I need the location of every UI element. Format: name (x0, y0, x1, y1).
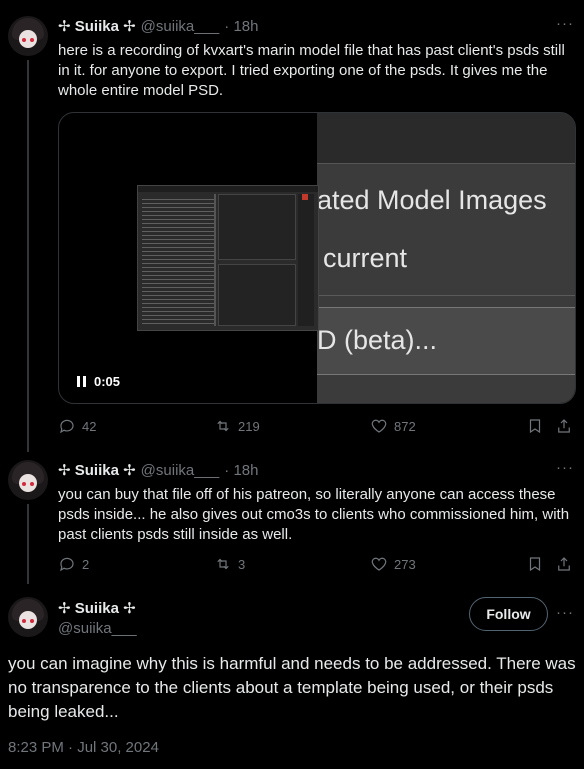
bookmark-icon (529, 557, 541, 572)
repost-count: 3 (238, 556, 246, 572)
reply-count: 42 (82, 418, 97, 434)
follow-button[interactable]: Follow (469, 597, 548, 631)
share-button[interactable] (555, 417, 573, 435)
zoom-text-line: D (beta)... (317, 325, 438, 355)
reply-button[interactable]: 42 (58, 417, 96, 435)
more-options-icon[interactable]: ··· (556, 604, 574, 621)
repost-button[interactable]: 219 (214, 417, 260, 435)
reply-icon (60, 419, 74, 434)
more-options-icon[interactable]: ··· (556, 15, 574, 32)
tweet-text: you can buy that file off of his patreon… (58, 486, 570, 543)
reply-button[interactable]: 2 (58, 555, 89, 573)
repost-button[interactable]: 3 (214, 555, 245, 573)
display-name[interactable]: ✢ Suiika ✢ (58, 461, 136, 479)
tweet-header: ✢ Suiika ✢ @suiika___ · 18h (58, 17, 258, 36)
tweet-text: here is a recording of kvxart's marin mo… (58, 42, 565, 99)
like-count: 872 (394, 418, 416, 434)
zoom-text-line: ated Model Images (317, 185, 547, 215)
bookmark-icon (529, 419, 541, 434)
like-button[interactable]: 273 (370, 555, 416, 573)
tweet-header: ✢ Suiika ✢ @suiika___ · 18h (58, 461, 258, 480)
more-options-icon[interactable]: ··· (556, 459, 574, 476)
display-name[interactable]: ✢ Suiika ✢ (58, 17, 136, 35)
main-tweet-text: you can imagine why this is harmful and … (8, 654, 576, 721)
like-button[interactable]: 872 (370, 417, 416, 435)
share-button[interactable] (555, 555, 573, 573)
video-controls: 0:05 (77, 374, 120, 389)
thread-line (27, 60, 29, 452)
share-icon (558, 419, 570, 433)
repost-icon (217, 558, 229, 570)
video-frame: ated Model Images current D (beta)... (317, 113, 575, 403)
zoom-text-line: current (323, 243, 408, 273)
reply-count: 2 (82, 556, 90, 572)
share-icon (558, 557, 570, 571)
repost-icon (217, 420, 229, 432)
reply-icon (60, 557, 74, 572)
display-name[interactable]: ✢ Suiika ✢ (58, 599, 136, 617)
tweet-time[interactable]: · 18h (224, 18, 258, 35)
tweet-time[interactable]: · 18h (224, 462, 258, 479)
tweet-timestamp[interactable]: 8:23 PM · Jul 30, 2024 (8, 739, 159, 756)
user-handle[interactable]: @suiika___ (141, 462, 220, 479)
thread-line (27, 504, 29, 584)
repost-count: 219 (238, 418, 260, 434)
user-handle[interactable]: @suiika___ (58, 620, 137, 637)
video-duration: 0:05 (94, 374, 121, 389)
like-count: 273 (394, 556, 416, 572)
avatar[interactable] (8, 460, 48, 500)
heart-icon (371, 419, 387, 433)
heart-icon (371, 557, 387, 571)
user-handle[interactable]: @suiika___ (141, 18, 220, 35)
avatar[interactable] (8, 597, 48, 637)
bookmark-button[interactable] (526, 555, 544, 573)
avatar[interactable] (8, 16, 48, 56)
screen-capture (137, 185, 319, 331)
pause-icon[interactable] (77, 376, 86, 387)
bookmark-button[interactable] (526, 417, 544, 435)
video-player[interactable]: ated Model Images current D (beta)... 0:… (58, 112, 576, 404)
